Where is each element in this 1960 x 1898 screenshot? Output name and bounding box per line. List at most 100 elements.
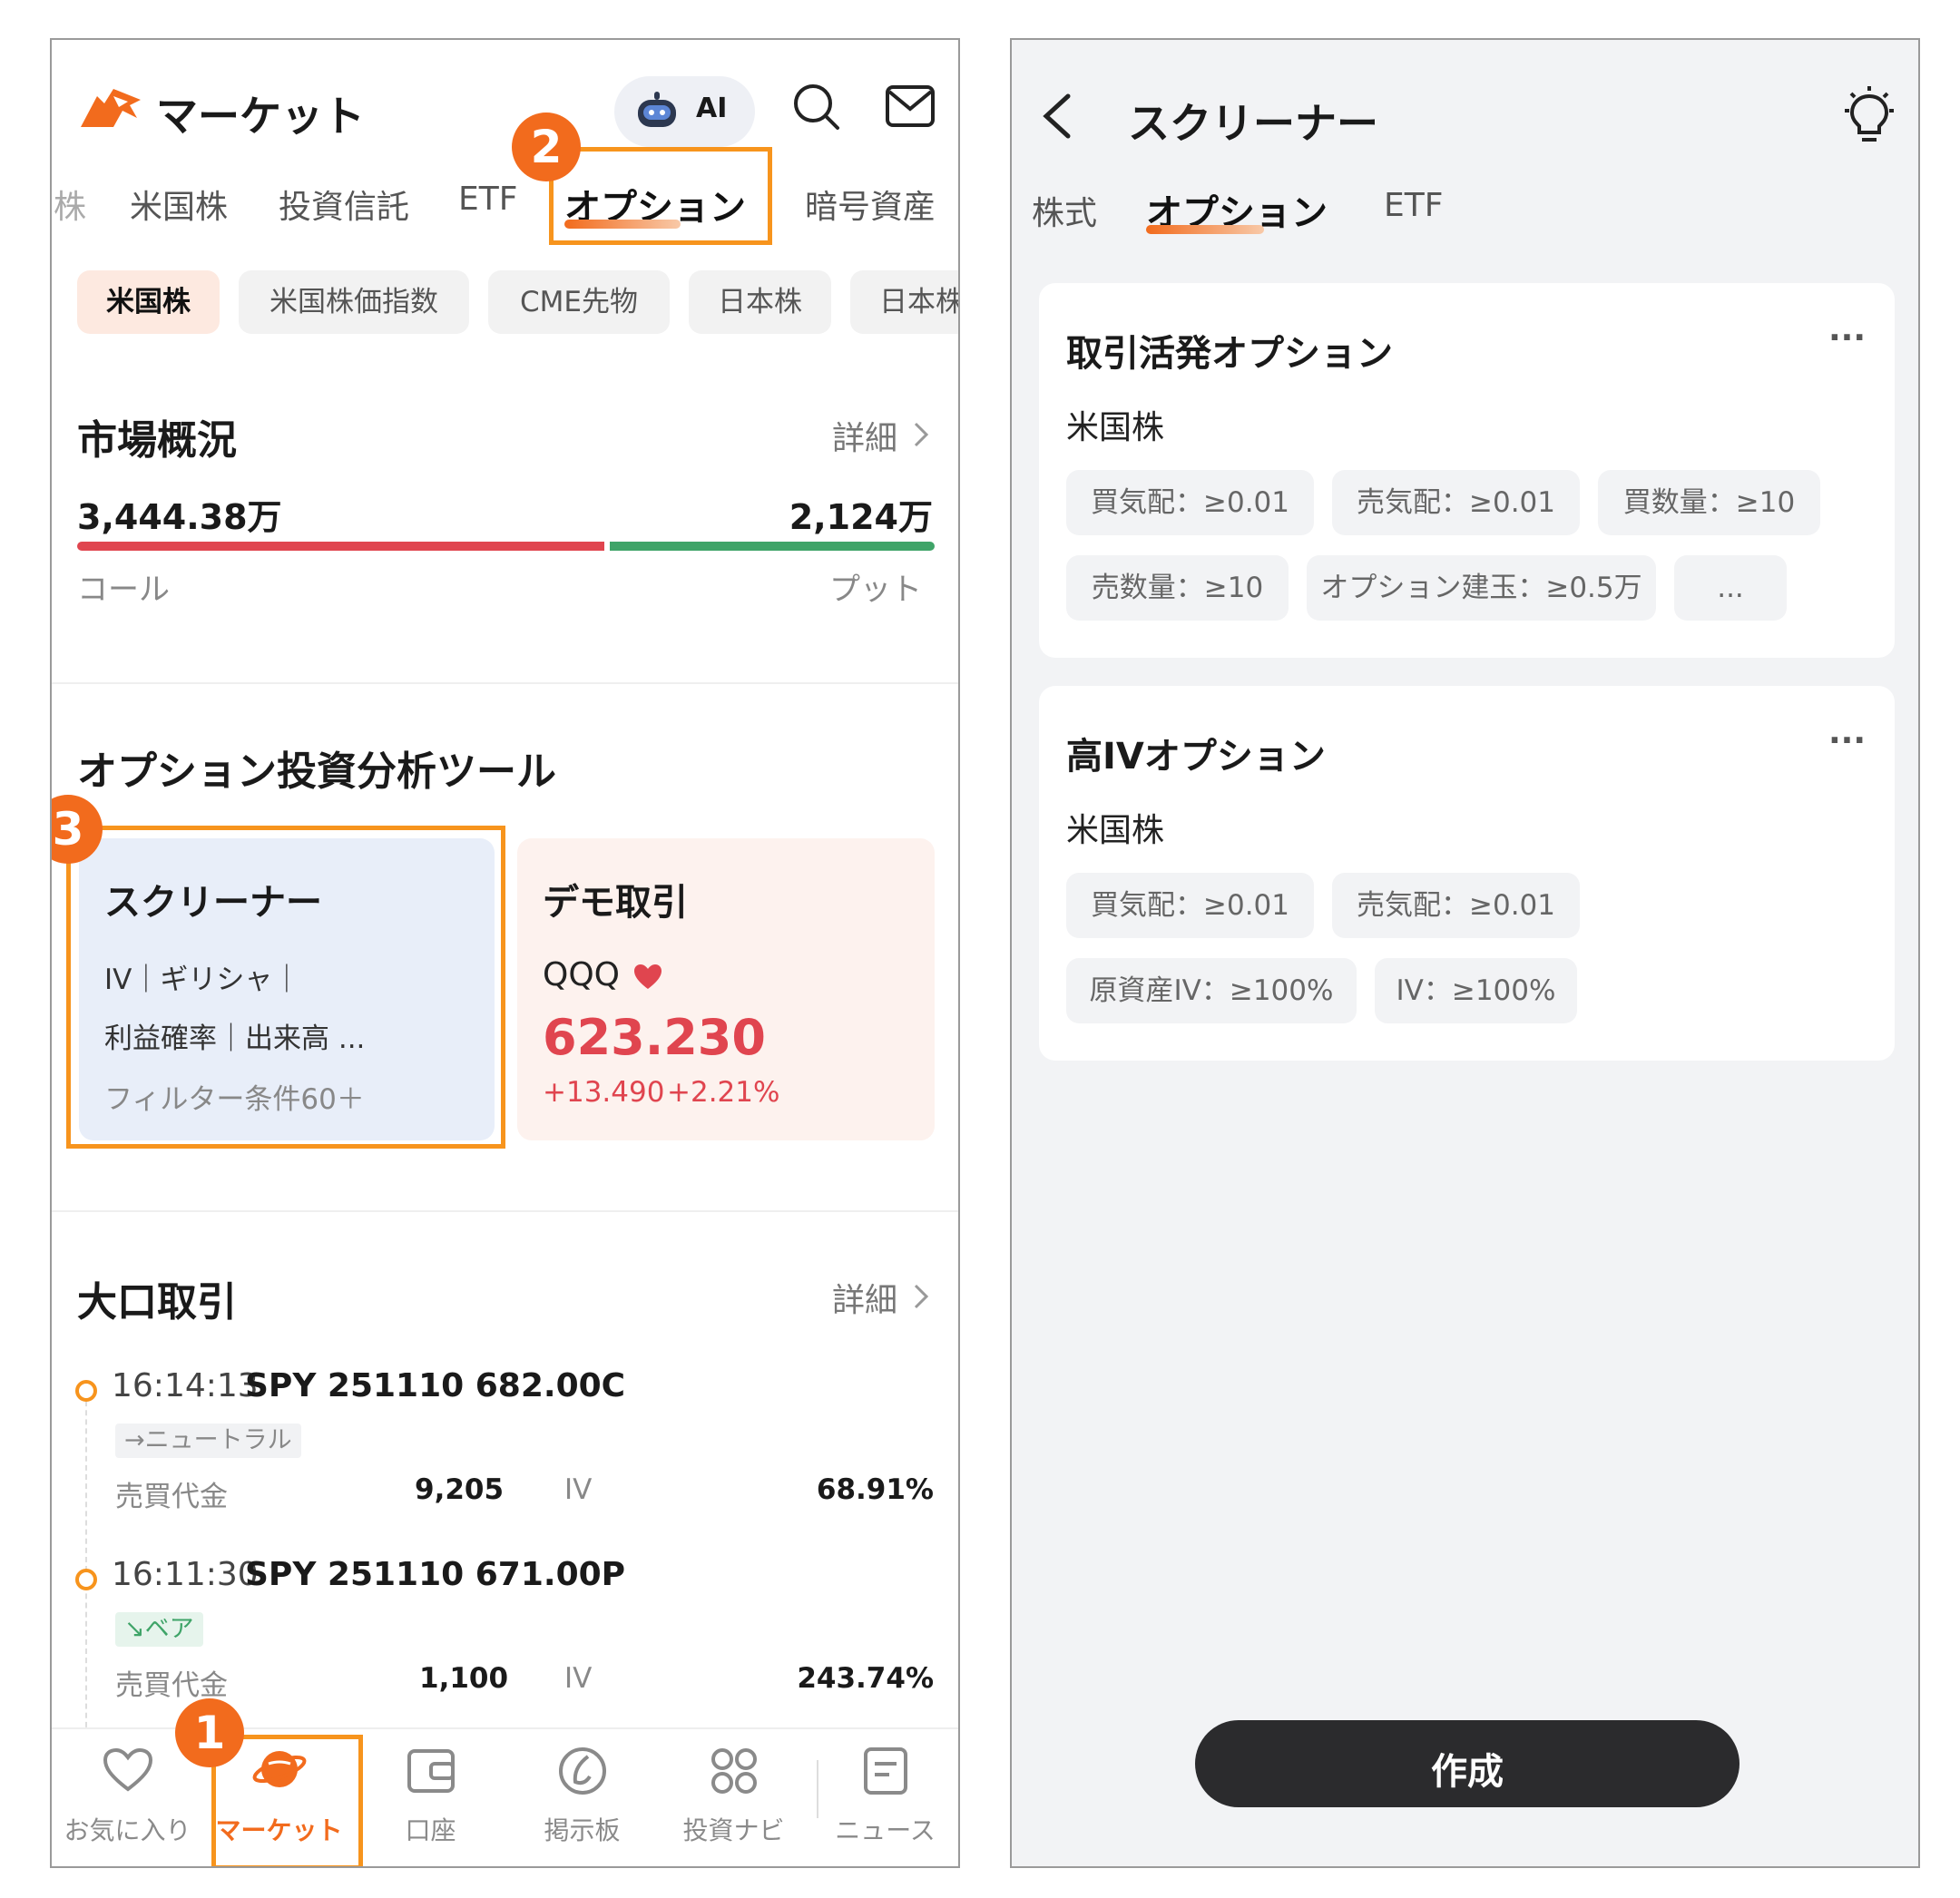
more-options-icon[interactable]: ··· xyxy=(1828,319,1866,357)
trade-contract: SPY 251110 671.00P xyxy=(245,1556,626,1593)
trade-row[interactable]: 16:14:13 SPY 251110 682.00C →ニュートラル 売買代金… xyxy=(52,1360,958,1551)
put-volume: 2,124万 xyxy=(789,497,933,537)
put-bar xyxy=(610,542,935,551)
filter-chip: 売数量：≥10 xyxy=(1066,555,1289,621)
filter-chip: 買数量：≥10 xyxy=(1598,470,1820,535)
create-button[interactable]: 作成 xyxy=(1195,1720,1740,1807)
tab-us-stock[interactable]: 米国株 xyxy=(130,181,228,228)
block-trade-title: 大口取引 xyxy=(77,1279,237,1326)
highlight-options-tab xyxy=(549,147,772,245)
nav-account[interactable]: 口座 xyxy=(355,1729,506,1866)
iv-value: 68.91% xyxy=(816,1473,934,1506)
logo-icon xyxy=(77,83,142,131)
market-screen: マーケット AI 株 米国株 投資信託 ETF オプション 暗号資産 2 米国株… xyxy=(50,38,960,1868)
iv-label: IV xyxy=(564,1662,593,1695)
lightbulb-icon[interactable] xyxy=(1842,85,1896,143)
heart-icon xyxy=(103,1747,153,1793)
timeline-dot xyxy=(75,1380,97,1402)
screener-template-card[interactable]: 高IVオプション ··· 米国株 買気配：≥0.01 売気配：≥0.01 原資産… xyxy=(1039,686,1895,1061)
demo-change-pct: +2.21% xyxy=(667,1076,780,1109)
call-volume: 3,444.38万 xyxy=(77,497,282,537)
market-detail-link[interactable]: 詳細 xyxy=(832,407,941,462)
demo-symbol: QQQ xyxy=(543,956,621,993)
nav-label: お気に入り xyxy=(64,1815,191,1845)
wallet-icon xyxy=(406,1747,456,1795)
call-put-ratio-bar xyxy=(77,542,935,551)
trade-time: 16:14:13 xyxy=(112,1367,259,1404)
iv-label: IV xyxy=(564,1473,593,1506)
filter-chip: 売気配：≥0.01 xyxy=(1332,873,1580,938)
filter-chip-more: ... xyxy=(1674,555,1787,621)
trade-time: 16:11:30 xyxy=(112,1556,259,1593)
call-label: コール xyxy=(77,572,170,608)
create-button-label: 作成 xyxy=(1431,1751,1504,1793)
back-arrow-icon[interactable] xyxy=(1039,91,1075,142)
demo-price: 623.230 xyxy=(543,1009,766,1066)
iv-value: 243.74% xyxy=(797,1662,934,1695)
screener-template-card[interactable]: 取引活発オプション ··· 米国株 買気配：≥0.01 売気配：≥0.01 買数… xyxy=(1039,283,1895,658)
tab-stocks[interactable]: 株式 xyxy=(1032,187,1097,234)
chevron-right-icon xyxy=(912,420,930,449)
section-divider xyxy=(52,1210,958,1212)
nav-label: 掲示板 xyxy=(544,1815,621,1845)
call-bar xyxy=(77,542,604,551)
step-badge-2: 2 xyxy=(512,113,581,181)
more-options-icon[interactable]: ··· xyxy=(1828,722,1866,759)
ai-assistant-button[interactable]: AI xyxy=(614,76,755,147)
tab-stock-partial[interactable]: 株 xyxy=(54,181,86,228)
amount-label: 売買代金 xyxy=(115,1669,228,1702)
demo-trade-card[interactable]: デモ取引 QQQ 623.230 +13.490 +2.21% xyxy=(517,838,935,1140)
search-icon[interactable] xyxy=(791,82,842,132)
highlight-screener-card xyxy=(66,826,505,1149)
card-title: 高IVオプション xyxy=(1066,736,1326,778)
amount-label: 売買代金 xyxy=(115,1481,228,1513)
filter-chip: 買気配：≥0.01 xyxy=(1066,470,1314,535)
card-title: 取引活発オプション xyxy=(1066,333,1393,375)
nav-board[interactable]: 掲示板 xyxy=(506,1729,658,1866)
tab-etf[interactable]: ETF xyxy=(1384,187,1443,224)
nav-label: 口座 xyxy=(405,1815,456,1845)
filter-chip: オプション建玉：≥0.5万 xyxy=(1307,555,1656,621)
page-title: マーケット xyxy=(156,92,365,141)
sentiment-tag: →ニュートラル xyxy=(115,1424,301,1458)
step-badge-1: 1 xyxy=(175,1698,244,1767)
news-icon xyxy=(862,1746,909,1796)
subtab-jp-stock-2[interactable]: 日本株 xyxy=(850,270,958,334)
filter-chip: 原資産IV：≥100% xyxy=(1066,958,1357,1023)
tab-etf[interactable]: ETF xyxy=(458,181,517,218)
nav-news[interactable]: ニュース xyxy=(809,1729,958,1866)
amount-value: 9,205 xyxy=(415,1473,505,1506)
detail-label: 詳細 xyxy=(832,1282,898,1319)
tab-crypto[interactable]: 暗号資産 xyxy=(805,181,936,228)
heart-filled-icon xyxy=(633,964,662,991)
nav-invest-navi[interactable]: 投資ナビ xyxy=(658,1729,809,1866)
nav-label: ニュース xyxy=(835,1815,936,1845)
nav-label: 投資ナビ xyxy=(682,1815,785,1845)
market-overview-title: 市場概況 xyxy=(77,417,237,464)
apps-grid-icon xyxy=(709,1746,760,1796)
chevron-right-icon xyxy=(912,1282,930,1311)
filter-chip: 売気配：≥0.01 xyxy=(1332,470,1580,535)
trade-contract: SPY 251110 682.00C xyxy=(245,1367,626,1404)
tools-title: オプション投資分析ツール xyxy=(77,748,556,795)
page-title: スクリーナー xyxy=(1128,99,1378,148)
subtab-us-stock[interactable]: 米国株 xyxy=(77,270,220,334)
put-label: プット xyxy=(829,572,922,608)
block-detail-link[interactable]: 詳細 xyxy=(832,1269,941,1324)
filter-chip: IV：≥100% xyxy=(1375,958,1577,1023)
subtab-jp-stock[interactable]: 日本株 xyxy=(689,270,831,334)
robot-icon xyxy=(632,87,681,136)
tab-active-underline xyxy=(1146,225,1264,234)
demo-change: +13.490 xyxy=(543,1076,665,1109)
tab-mutual-fund[interactable]: 投資信託 xyxy=(279,181,409,228)
mail-icon[interactable] xyxy=(885,83,936,129)
screener-screen: スクリーナー 株式 オプション ETF 取引活発オプション ··· 米国株 買気… xyxy=(1010,38,1920,1868)
section-divider xyxy=(52,682,958,684)
filter-chip: 買気配：≥0.01 xyxy=(1066,873,1314,938)
sentiment-tag: ↘ベア xyxy=(115,1612,203,1647)
card-market: 米国株 xyxy=(1066,409,1165,446)
timeline-dot xyxy=(75,1569,97,1590)
subtab-us-index[interactable]: 米国株価指数 xyxy=(239,270,469,334)
board-icon xyxy=(557,1746,608,1796)
subtab-cme-futures[interactable]: CME先物 xyxy=(488,270,670,334)
